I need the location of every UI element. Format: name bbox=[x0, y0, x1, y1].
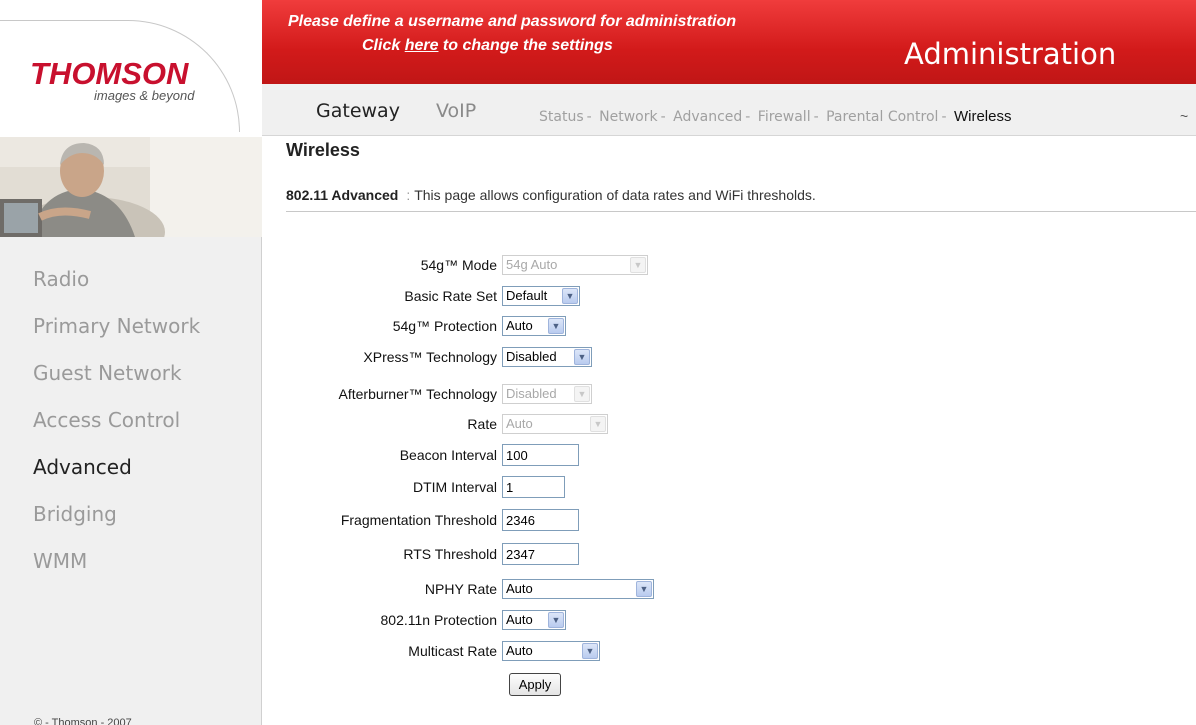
section-title: 802.11 Advanced bbox=[286, 187, 399, 203]
label-80211n-protection: 802.11n Protection bbox=[380, 612, 498, 628]
subnav-separator: - bbox=[586, 109, 592, 125]
subnav-parental-control[interactable]: Parental Control bbox=[826, 109, 938, 125]
subnav-advanced[interactable]: Advanced bbox=[673, 109, 742, 125]
select-rate: Auto ▼ bbox=[502, 414, 608, 434]
nav-gateway[interactable]: Gateway bbox=[316, 100, 400, 122]
beacon-interval-input[interactable] bbox=[502, 444, 579, 466]
label-rate: Rate bbox=[467, 416, 497, 432]
sidebar-item-bridging[interactable]: Bridging bbox=[33, 502, 117, 526]
description-text: This page allows configuration of data r… bbox=[414, 187, 816, 203]
copyright-text: © - Thomson - 2007 bbox=[34, 717, 132, 725]
nav-overflow-tilde-icon[interactable]: ~ bbox=[1180, 108, 1188, 124]
left-column: THOMSON images & beyond Radio Primary Ne… bbox=[0, 0, 262, 725]
label-afterburner-technology: Afterburner™ Technology bbox=[338, 386, 498, 402]
sidebar-item-wmm[interactable]: WMM bbox=[33, 549, 87, 573]
thomson-logo: THOMSON bbox=[30, 56, 189, 91]
select-basic-rate-set-value: Default bbox=[506, 288, 548, 303]
select-afterburner-technology-value: Disabled bbox=[506, 386, 557, 401]
subnav-firewall[interactable]: Firewall bbox=[758, 109, 811, 125]
chevron-down-icon[interactable]: ▼ bbox=[574, 349, 590, 365]
select-54g-protection-value: Auto bbox=[506, 318, 533, 333]
apply-button[interactable]: Apply bbox=[509, 673, 561, 696]
chevron-down-icon: ▼ bbox=[630, 257, 646, 273]
sidebar: Radio Primary Network Guest Network Acce… bbox=[0, 237, 262, 725]
banner-title: Administration bbox=[904, 37, 1117, 71]
select-rate-value: Auto bbox=[506, 416, 533, 431]
page-title: Wireless bbox=[286, 140, 360, 160]
select-54g-mode-value: 54g Auto bbox=[506, 257, 558, 272]
subnav-separator: - bbox=[745, 109, 751, 125]
nav-voip[interactable]: VoIP bbox=[436, 100, 476, 122]
dtim-interval-input[interactable] bbox=[502, 476, 565, 498]
navbar: Gateway VoIP Status - Network - Advanced - … bbox=[262, 84, 1196, 136]
rts-threshold-input[interactable] bbox=[502, 543, 579, 565]
chevron-down-icon[interactable]: ▼ bbox=[562, 288, 578, 304]
subnav-status[interactable]: Status bbox=[539, 109, 584, 125]
label-nphy-rate: NPHY Rate bbox=[424, 581, 497, 597]
label-dtim-interval: DTIM Interval bbox=[412, 479, 497, 495]
select-multicast-rate-value: Auto bbox=[506, 643, 533, 658]
sidebar-item-radio[interactable]: Radio bbox=[33, 267, 89, 291]
page-description: 802.11 Advanced: This page allows configu… bbox=[286, 187, 816, 203]
banner-click-prefix: Click bbox=[362, 37, 405, 54]
chevron-down-icon: ▼ bbox=[574, 386, 590, 402]
sidebar-item-advanced[interactable]: Advanced bbox=[33, 455, 132, 479]
label-rts-threshold: RTS Threshold bbox=[403, 546, 497, 562]
label-beacon-interval: Beacon Interval bbox=[399, 447, 497, 463]
colon-separator: : bbox=[406, 187, 411, 203]
chevron-down-icon[interactable]: ▼ bbox=[582, 643, 598, 659]
select-54g-mode: 54g Auto ▼ bbox=[502, 255, 648, 275]
subnav-separator: - bbox=[941, 109, 947, 125]
select-xpress-technology[interactable]: Disabled ▼ bbox=[502, 347, 592, 367]
select-nphy-rate-value: Auto bbox=[506, 581, 533, 596]
subnav-wireless[interactable]: Wireless bbox=[954, 108, 1012, 125]
banner-click-suffix: to change the settings bbox=[438, 37, 613, 54]
sidebar-item-primary-network[interactable]: Primary Network bbox=[33, 314, 200, 338]
select-basic-rate-set[interactable]: Default ▼ bbox=[502, 286, 580, 306]
select-80211n-protection[interactable]: Auto ▼ bbox=[502, 610, 566, 630]
change-settings-link[interactable]: here bbox=[405, 37, 439, 54]
fragmentation-threshold-input[interactable] bbox=[502, 509, 579, 531]
select-multicast-rate[interactable]: Auto ▼ bbox=[502, 641, 600, 661]
divider bbox=[286, 211, 1196, 212]
label-basic-rate-set: Basic Rate Set bbox=[404, 288, 497, 304]
select-nphy-rate[interactable]: Auto ▼ bbox=[502, 579, 654, 599]
banner-click-line: Click here to change the settings bbox=[362, 37, 613, 55]
logo-tagline: images & beyond bbox=[94, 88, 195, 103]
select-80211n-protection-value: Auto bbox=[506, 612, 533, 627]
banner-message: Please define a username and password fo… bbox=[288, 13, 737, 30]
sidebar-item-access-control[interactable]: Access Control bbox=[33, 408, 180, 432]
header-banner: Please define a username and password fo… bbox=[262, 0, 1196, 84]
select-afterburner-technology: Disabled ▼ bbox=[502, 384, 592, 404]
subnav-separator: - bbox=[813, 109, 819, 125]
subnav-separator: - bbox=[660, 109, 666, 125]
select-54g-protection[interactable]: Auto ▼ bbox=[502, 316, 566, 336]
chevron-down-icon[interactable]: ▼ bbox=[548, 612, 564, 628]
logo-area: THOMSON images & beyond bbox=[0, 0, 262, 136]
label-54g-mode: 54g™ Mode bbox=[420, 257, 497, 273]
man-with-laptop-photo bbox=[0, 137, 262, 237]
sub-navigation: Status - Network - Advanced - Firewall - Par… bbox=[539, 108, 1011, 125]
label-fragmentation-threshold: Fragmentation Threshold bbox=[340, 512, 497, 528]
chevron-down-icon: ▼ bbox=[590, 416, 606, 432]
select-xpress-technology-value: Disabled bbox=[506, 349, 557, 364]
sidebar-item-guest-network[interactable]: Guest Network bbox=[33, 361, 182, 385]
header-photo bbox=[0, 137, 262, 237]
label-multicast-rate: Multicast Rate bbox=[408, 643, 497, 659]
subnav-network[interactable]: Network bbox=[599, 109, 657, 125]
label-54g-protection: 54g™ Protection bbox=[392, 318, 497, 334]
chevron-down-icon[interactable]: ▼ bbox=[636, 581, 652, 597]
label-xpress-technology: XPress™ Technology bbox=[363, 349, 497, 365]
chevron-down-icon[interactable]: ▼ bbox=[548, 318, 564, 334]
